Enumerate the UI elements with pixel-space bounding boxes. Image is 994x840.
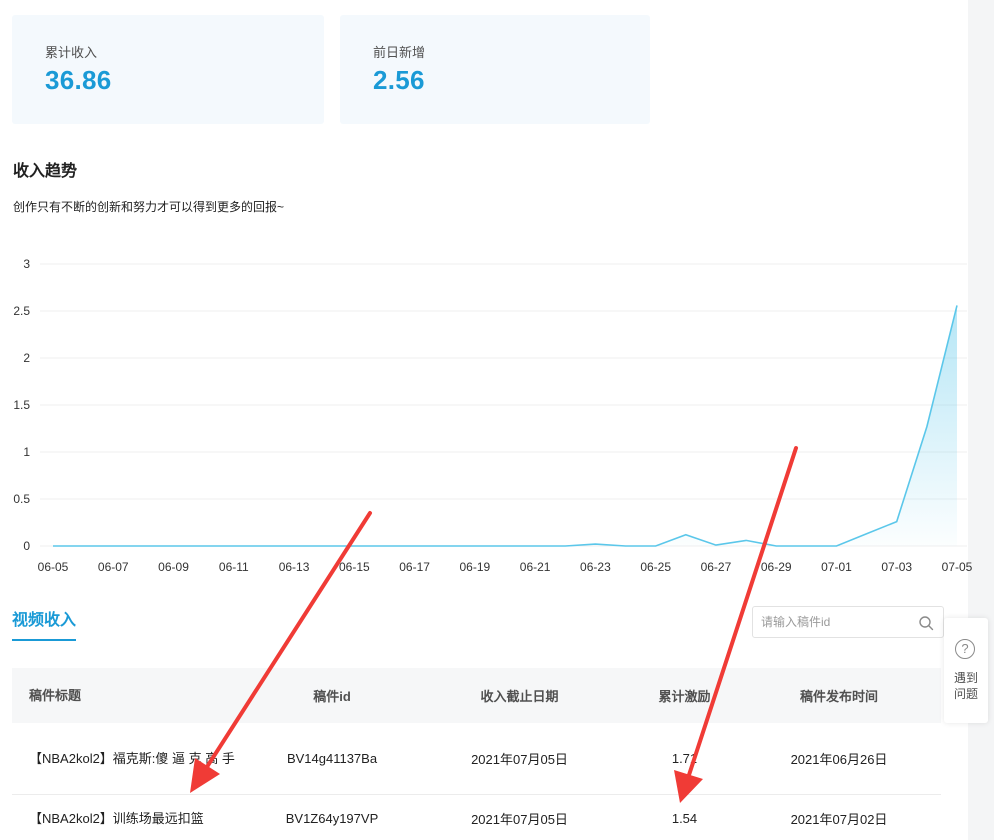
header-incentive: 累计激励 — [658, 689, 711, 704]
publish-date: 2021年06月26日 — [790, 752, 888, 767]
y-tick-label: 1.5 — [13, 398, 30, 412]
x-tick-label: 06-27 — [701, 560, 732, 574]
y-tick-label: 0.5 — [13, 492, 30, 506]
tab-video-income[interactable]: 视频收入 — [12, 606, 77, 641]
y-tick-label: 3 — [23, 257, 30, 271]
header-published: 稿件发布时间 — [799, 689, 878, 704]
help-label[interactable]: 遇到问题 — [951, 670, 981, 702]
video-income-table: 稿件标题 稿件id 收入截止日期 累计激励 稿件发布时间 【NBA2kol2】福… — [12, 668, 941, 840]
x-tick-label: 07-05 — [942, 560, 973, 574]
total-income-label: 累计收入 — [45, 45, 98, 60]
table-row[interactable]: 【NBA2kol2】福克斯:傻 逼 克 高 手 BV14g41137Ba 202… — [12, 723, 941, 795]
income-deadline: 2021年07月05日 — [471, 752, 568, 767]
x-tick-label: 06-07 — [98, 560, 129, 574]
question-circle-icon[interactable]: ? — [955, 639, 975, 659]
chart-grid — [40, 263, 967, 547]
trend-subtitle: 创作只有不断的创新和努力才可以得到更多的回报~ — [13, 200, 285, 214]
x-tick-label: 06-23 — [580, 560, 611, 574]
yesterday-income-value: 2.56 — [373, 65, 425, 95]
x-tick-label: 06-09 — [158, 560, 189, 574]
x-tick-label: 06-05 — [38, 560, 69, 574]
table-header: 稿件标题 稿件id 收入截止日期 累计激励 稿件发布时间 — [12, 668, 941, 723]
video-title[interactable]: 【NBA2kol2】训练场最远扣篮 — [12, 808, 257, 830]
table-row[interactable]: 【NBA2kol2】训练场最远扣篮 BV1Z64y197VP 2021年07月0… — [12, 795, 941, 840]
x-axis-labels: 06-05 06-07 06-09 06-11 06-13 06-15 06-17 06-19… — [38, 560, 973, 574]
x-tick-label: 06-21 — [520, 560, 551, 574]
publish-date: 2021年07月02日 — [790, 812, 888, 827]
video-id: BV14g41137Ba — [286, 751, 378, 766]
y-tick-label: 0 — [23, 539, 30, 553]
search-box[interactable] — [752, 606, 944, 638]
trend-title: 收入趋势 — [13, 163, 78, 180]
x-tick-label: 06-29 — [761, 560, 792, 574]
x-tick-label: 07-03 — [881, 560, 912, 574]
total-income-value: 36.86 — [45, 65, 112, 95]
y-tick-label: 1 — [23, 445, 30, 459]
income-area — [53, 305, 957, 546]
y-axis-labels: 0 0.5 1 1.5 2 2.5 3 — [13, 257, 30, 553]
income-deadline: 2021年07月05日 — [471, 812, 568, 827]
header-id: 稿件id — [313, 689, 351, 704]
cumulative-incentive: 1.54 — [671, 811, 698, 826]
income-line — [53, 305, 958, 547]
x-tick-label: 07-01 — [821, 560, 852, 574]
video-title[interactable]: 【NBA2kol2】福克斯:傻 逼 克 高 手 — [12, 748, 257, 770]
x-tick-label: 06-19 — [460, 560, 491, 574]
search-icon[interactable] — [918, 615, 934, 631]
search-input[interactable] — [761, 607, 911, 637]
x-tick-label: 06-25 — [640, 560, 671, 574]
total-income-card: 累计收入 36.86 — [12, 15, 324, 124]
yesterday-income-card: 前日新增 2.56 — [340, 15, 650, 124]
y-tick-label: 2 — [23, 351, 30, 365]
x-tick-label: 06-13 — [279, 560, 310, 574]
cumulative-incentive: 1.71 — [671, 751, 698, 766]
video-id: BV1Z64y197VP — [285, 811, 379, 826]
x-tick-label: 06-15 — [339, 560, 370, 574]
help-button[interactable]: ? 遇到问题 — [944, 618, 988, 723]
header-deadline: 收入截止日期 — [480, 689, 559, 704]
yesterday-income-label: 前日新增 — [373, 45, 426, 60]
header-title: 稿件标题 — [29, 687, 82, 703]
income-trend-chart: 00.511.522.53 06-05 06-07 06-09 06-11 06-13 0… — [13, 257, 973, 574]
x-tick-label: 06-11 — [219, 560, 249, 574]
y-tick-label: 2.5 — [13, 304, 30, 318]
x-tick-label: 06-17 — [399, 560, 430, 574]
